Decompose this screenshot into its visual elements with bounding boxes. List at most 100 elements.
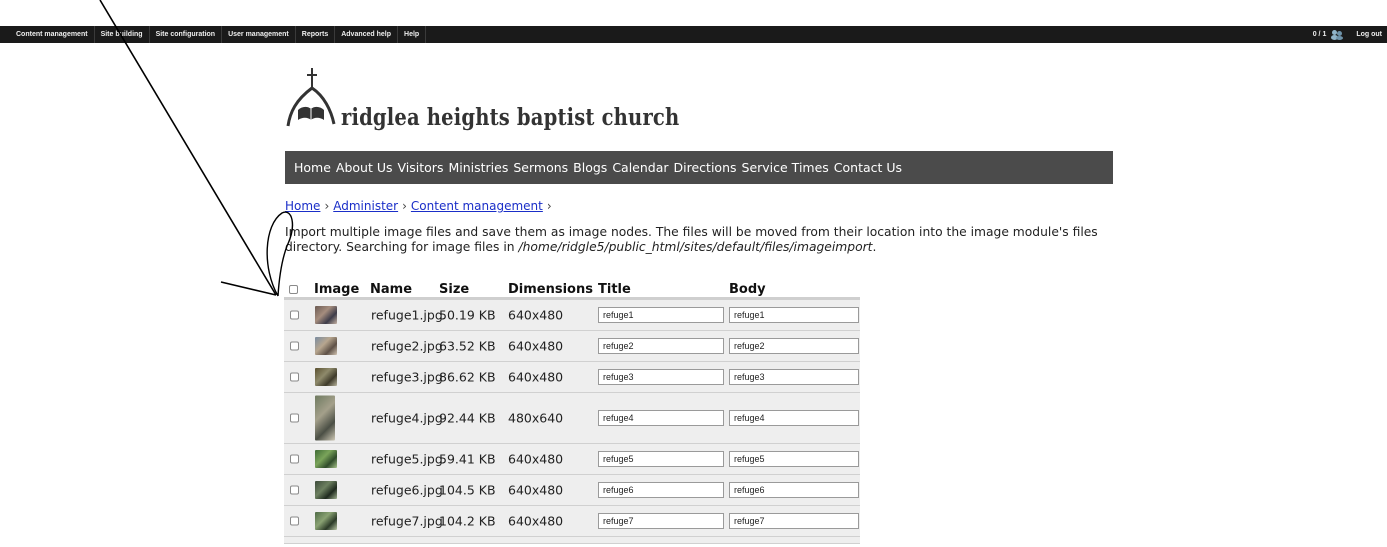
nav-sermons[interactable]: Sermons — [513, 160, 568, 175]
file-size: 104.2 KB — [439, 513, 496, 529]
file-dimensions: 640x480 — [508, 338, 564, 354]
breadcrumb-content-management[interactable]: Content management — [411, 199, 543, 213]
image-thumbnail — [315, 368, 337, 386]
file-name: refuge6.jpg — [371, 482, 443, 498]
admin-item-user-management[interactable]: User management — [222, 26, 296, 43]
file-dimensions: 640x480 — [508, 513, 564, 529]
image-thumbnail — [315, 306, 337, 324]
logout-link[interactable]: Log out — [1351, 26, 1387, 43]
file-name: refuge2.jpg — [371, 338, 443, 354]
file-name: refuge1.jpg — [371, 307, 443, 323]
title-input[interactable] — [598, 307, 724, 323]
nav-about-us[interactable]: About Us — [336, 160, 393, 175]
table-row: refuge6.jpg 104.5 KB 640x480 — [284, 475, 860, 506]
body-input[interactable] — [729, 338, 859, 354]
site-name: ridglea heights baptist church — [341, 104, 680, 131]
admin-user-area: 0 / 1 Log out — [1308, 26, 1387, 43]
admin-item-site-configuration[interactable]: Site configuration — [150, 26, 223, 43]
nav-home[interactable]: Home — [294, 160, 331, 175]
image-thumbnail — [315, 337, 337, 355]
admin-item-advanced-help[interactable]: Advanced help — [335, 26, 399, 43]
table-row: refuge2.jpg 63.52 KB 640x480 — [284, 331, 860, 362]
table-row — [284, 537, 860, 544]
table-row: refuge5.jpg 59.41 KB 640x480 — [284, 444, 860, 475]
breadcrumb: Home › Administer › Content management › — [285, 199, 556, 213]
image-import-table: Image Name Size Dimensions Title Body re… — [284, 280, 860, 544]
row-select-checkbox[interactable] — [290, 372, 299, 382]
breadcrumb-home[interactable]: Home — [285, 199, 320, 213]
nav-visitors[interactable]: Visitors — [398, 160, 444, 175]
title-input[interactable] — [598, 369, 724, 385]
admin-item-content-management[interactable]: Content management — [10, 26, 95, 43]
nav-blogs[interactable]: Blogs — [573, 160, 607, 175]
admin-toolbar: Content management Site building Site co… — [0, 26, 1387, 43]
file-dimensions: 640x480 — [508, 482, 564, 498]
nav-calendar[interactable]: Calendar — [612, 160, 668, 175]
file-size: 86.62 KB — [439, 369, 496, 385]
file-name: refuge5.jpg — [371, 451, 443, 467]
admin-item-help[interactable]: Help — [398, 26, 427, 43]
breadcrumb-administer[interactable]: Administer — [333, 199, 398, 213]
file-name: refuge7.jpg — [371, 513, 443, 529]
church-logo-icon — [286, 68, 336, 127]
row-select-checkbox[interactable] — [290, 341, 299, 351]
users-icon[interactable] — [1331, 29, 1344, 40]
table-header-row: Image Name Size Dimensions Title Body — [284, 280, 860, 300]
image-thumbnail — [315, 512, 337, 530]
file-size: 92.44 KB — [439, 410, 496, 426]
help-text: Import multiple image files and save the… — [285, 225, 1115, 255]
primary-navigation: Home About Us Visitors Ministries Sermon… — [285, 151, 1113, 184]
admin-menu: Content management Site building Site co… — [0, 26, 427, 43]
file-name: refuge4.jpg — [371, 410, 443, 426]
title-input[interactable] — [598, 513, 724, 529]
breadcrumb-separator: › — [546, 199, 552, 213]
help-text-end: . — [872, 240, 877, 254]
nav-ministries[interactable]: Ministries — [448, 160, 508, 175]
header-name: Name — [370, 282, 413, 297]
users-online-count: 0 / 1 — [1312, 31, 1327, 38]
admin-item-reports[interactable]: Reports — [296, 26, 336, 43]
table-row: refuge4.jpg 92.44 KB 480x640 — [284, 393, 860, 444]
row-select-checkbox[interactable] — [290, 413, 299, 423]
file-size: 59.41 KB — [439, 451, 496, 467]
breadcrumb-separator: › — [324, 199, 330, 213]
header-body: Body — [729, 282, 766, 297]
title-input[interactable] — [598, 338, 724, 354]
nav-contact-us[interactable]: Contact Us — [834, 160, 902, 175]
body-input[interactable] — [729, 307, 859, 323]
title-input[interactable] — [598, 451, 724, 467]
body-input[interactable] — [729, 369, 859, 385]
body-input[interactable] — [729, 410, 859, 426]
body-input[interactable] — [729, 451, 859, 467]
image-thumbnail — [315, 481, 337, 499]
table-row: refuge1.jpg 50.19 KB 640x480 — [284, 300, 860, 331]
title-input[interactable] — [598, 410, 724, 426]
table-row: refuge3.jpg 86.62 KB 640x480 — [284, 362, 860, 393]
file-name: refuge3.jpg — [371, 369, 443, 385]
body-input[interactable] — [729, 513, 859, 529]
row-select-checkbox[interactable] — [290, 310, 299, 320]
breadcrumb-separator: › — [402, 199, 407, 213]
row-select-checkbox[interactable] — [290, 454, 299, 464]
file-size: 63.52 KB — [439, 338, 496, 354]
file-dimensions: 640x480 — [508, 451, 564, 467]
body-input[interactable] — [729, 482, 859, 498]
site-logo[interactable]: ridglea heights baptist church — [284, 66, 784, 136]
row-select-checkbox[interactable] — [290, 516, 299, 526]
nav-service-times[interactable]: Service Times — [742, 160, 829, 175]
admin-item-site-building[interactable]: Site building — [95, 26, 150, 43]
select-all-checkbox[interactable] — [289, 285, 298, 294]
image-thumbnail — [315, 450, 337, 468]
table-row: refuge7.jpg 104.2 KB 640x480 — [284, 506, 860, 537]
title-input[interactable] — [598, 482, 724, 498]
image-thumbnail — [315, 395, 335, 441]
file-size: 104.5 KB — [439, 482, 496, 498]
header-size: Size — [439, 282, 470, 297]
file-size: 50.19 KB — [439, 307, 496, 323]
file-dimensions: 480x640 — [508, 410, 564, 426]
row-select-checkbox[interactable] — [290, 485, 299, 495]
header-image: Image — [314, 282, 360, 297]
file-dimensions: 640x480 — [508, 369, 564, 385]
nav-directions[interactable]: Directions — [674, 160, 737, 175]
header-dimensions: Dimensions — [508, 282, 593, 297]
